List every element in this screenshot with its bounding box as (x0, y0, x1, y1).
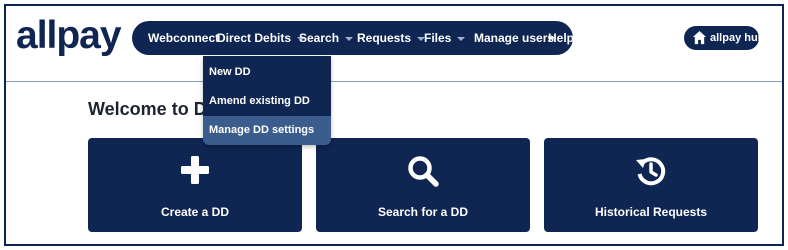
nav-item-manage-users[interactable]: Manage users (474, 21, 554, 55)
main-nav: Webconnect Direct Debits Search Requests… (132, 21, 574, 55)
nav-item-webconnect[interactable]: Webconnect (148, 21, 219, 55)
nav-label: Help (548, 31, 575, 45)
nav-label: Search (299, 31, 340, 45)
menu-item-new-dd[interactable]: New DD (203, 58, 331, 87)
home-icon (692, 30, 707, 45)
nav-label: Webconnect (148, 31, 220, 45)
search-dd-tile[interactable]: Search for a DD (316, 138, 530, 232)
header-divider (6, 81, 782, 82)
tile-label: Create a DD (160, 205, 230, 219)
history-icon (636, 157, 666, 186)
nav-label: Direct Debits (217, 31, 292, 45)
nav-label: Files (424, 31, 452, 45)
nav-label: Requests (357, 31, 412, 45)
nav-item-direct-debits[interactable]: Direct Debits (217, 21, 306, 55)
menu-item-amend-existing-dd[interactable]: Amend existing DD (203, 87, 331, 116)
tile-label: Search for a DD (377, 205, 469, 219)
create-dd-tile[interactable]: Create a DD (88, 138, 302, 232)
search-icon (408, 156, 439, 187)
menu-item-manage-dd-settings[interactable]: Manage DD settings (203, 116, 331, 145)
nav-item-requests[interactable]: Requests (357, 21, 426, 55)
allpay-logo[interactable]: allpay (16, 14, 122, 58)
hub-label: allpay hub (710, 32, 765, 44)
direct-debits-dropdown: New DD Amend existing DD Manage DD setti… (203, 56, 331, 145)
tile-label: Historical Requests (594, 205, 708, 219)
plus-icon (181, 156, 209, 184)
nav-item-search[interactable]: Search (299, 21, 354, 55)
app-frame: allpay Webconnect Direct Debits Search R… (4, 4, 784, 246)
chevron-down-icon (345, 36, 354, 41)
allpay-hub-button[interactable]: allpay hub (684, 26, 764, 50)
nav-item-files[interactable]: Files (424, 21, 466, 55)
nav-label: Manage users (474, 31, 555, 45)
chevron-down-icon (457, 36, 466, 41)
nav-item-help[interactable]: Help (548, 21, 574, 55)
historical-requests-tile[interactable]: Historical Requests (544, 138, 758, 232)
